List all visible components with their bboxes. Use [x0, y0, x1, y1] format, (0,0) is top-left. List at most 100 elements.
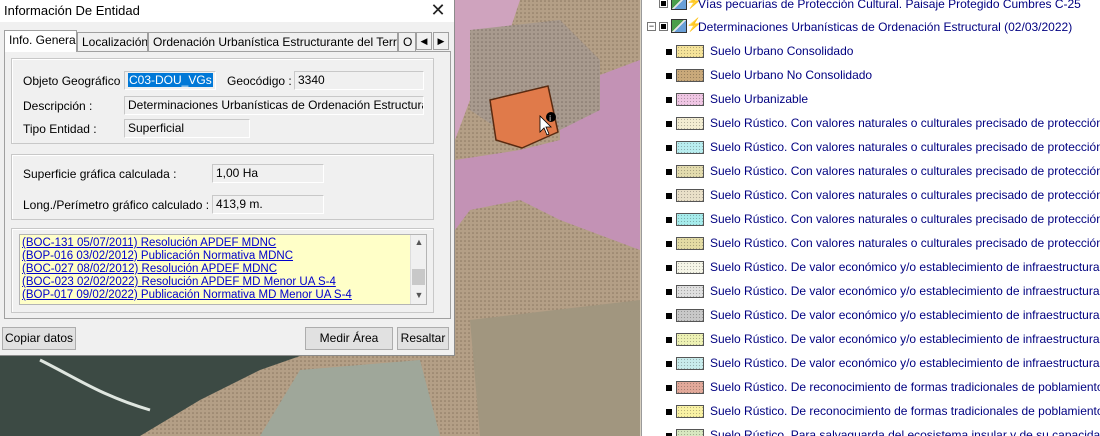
- dialog-titlebar[interactable]: Información De Entidad ✕: [0, 0, 454, 22]
- scroll-down-icon[interactable]: ▼: [411, 290, 427, 300]
- superficie-label: Superficie gráfica calculada :: [23, 167, 177, 181]
- layer-item[interactable]: Suelo Rústico. Con valores naturales o c…: [642, 160, 1100, 184]
- layer-checkbox[interactable]: [659, 0, 668, 8]
- documents-list[interactable]: (BOC-131 05/07/2011) Resolución APDEF MD…: [19, 234, 427, 305]
- tab-overflow[interactable]: O: [398, 32, 416, 52]
- layer-item[interactable]: Suelo Urbanizable: [642, 88, 1100, 112]
- layer-group-determinaciones[interactable]: − ⚡ Determinaciones Urbanísticas de Orde…: [642, 16, 1100, 40]
- legend-swatch: [676, 69, 704, 82]
- legend-swatch: [676, 165, 704, 178]
- legend-swatch: [676, 357, 704, 370]
- layer-label: Suelo Rústico. Con valores naturales o c…: [710, 212, 1100, 226]
- layer-label: Suelo Urbanizable: [710, 92, 809, 106]
- layer-item[interactable]: Suelo Rústico. Con valores naturales o c…: [642, 136, 1100, 160]
- legend-swatch: [676, 213, 704, 226]
- layer-visible-checkbox[interactable]: [666, 217, 672, 223]
- layer-item[interactable]: Suelo Rústico. Con valores naturales o c…: [642, 112, 1100, 136]
- layer-item[interactable]: Suelo Rústico. De reconocimiento de form…: [642, 400, 1100, 424]
- close-icon[interactable]: ✕: [428, 0, 448, 20]
- layer-item[interactable]: Suelo Rústico. De reconocimiento de form…: [642, 376, 1100, 400]
- perimetro-field[interactable]: 413,9 m.: [212, 195, 324, 214]
- layer-group-vias-pecuarias[interactable]: ⚡ Vías pecuarias de Protección Cultural.…: [642, 0, 1100, 17]
- collapse-icon[interactable]: −: [647, 22, 656, 31]
- document-link[interactable]: (BOP-017 09/02/2022) Publicación Normati…: [22, 289, 352, 301]
- layer-visible-checkbox[interactable]: [666, 313, 672, 319]
- highlight-button[interactable]: Resaltar: [397, 327, 449, 350]
- measure-area-button[interactable]: Medir Área: [305, 327, 393, 350]
- layer-label: Suelo Rústico. De reconocimiento de form…: [710, 380, 1100, 394]
- layer-visible-checkbox[interactable]: [666, 121, 672, 127]
- document-link[interactable]: (BOC-023 02/02/2022) Resolución APDEF MD…: [22, 276, 336, 288]
- layer-visible-checkbox[interactable]: [666, 361, 672, 367]
- layer-label: Suelo Urbano No Consolidado: [710, 68, 873, 82]
- layer-visible-checkbox[interactable]: [666, 409, 672, 415]
- layer-label: Suelo Rústico. Con valores naturales o c…: [710, 164, 1100, 178]
- layer-visible-checkbox[interactable]: [666, 385, 672, 391]
- layer-label: Suelo Rústico. Para salvaguarda del ecos…: [710, 428, 1100, 436]
- document-link[interactable]: (BOC-131 05/07/2011) Resolución APDEF MD…: [22, 237, 276, 249]
- scroll-up-icon[interactable]: ▲: [411, 237, 427, 247]
- geocodigo-field[interactable]: 3340: [294, 71, 424, 90]
- layer-item[interactable]: Suelo Rústico. De valor económico y/o es…: [642, 304, 1100, 328]
- map-fields-east: [470, 300, 640, 436]
- svg-text:i: i: [549, 114, 551, 123]
- tipo-field[interactable]: Superficial: [124, 119, 250, 138]
- layer-visible-checkbox[interactable]: [666, 49, 672, 55]
- legend-swatch: [676, 117, 704, 130]
- superficie-field[interactable]: 1,00 Ha: [212, 164, 324, 183]
- layer-item[interactable]: Suelo Rústico. De valor económico y/o es…: [642, 256, 1100, 280]
- layer-visible-checkbox[interactable]: [666, 337, 672, 343]
- layer-visible-checkbox[interactable]: [666, 73, 672, 79]
- layer-item[interactable]: Suelo Rústico. Con valores naturales o c…: [642, 232, 1100, 256]
- legend-swatch: [676, 333, 704, 346]
- objeto-label: Objeto Geográfico :: [23, 74, 128, 88]
- tab-info-general[interactable]: Info. General: [4, 30, 77, 52]
- layer-visible-checkbox[interactable]: [666, 169, 672, 175]
- layer-checkbox[interactable]: [659, 22, 668, 31]
- layer-visible-checkbox[interactable]: [666, 241, 672, 247]
- layer-visible-checkbox[interactable]: [666, 289, 672, 295]
- tab-localizacion[interactable]: Localización: [77, 32, 148, 52]
- layer-item[interactable]: Suelo Rústico. Con valores naturales o c…: [642, 184, 1100, 208]
- layer-item[interactable]: Suelo Rústico. De valor económico y/o es…: [642, 328, 1100, 352]
- layer-label: Suelo Urbano Consolidado: [710, 44, 854, 58]
- layer-visible-checkbox[interactable]: [666, 193, 672, 199]
- legend-swatch: [676, 45, 704, 58]
- objeto-field[interactable]: C03-DOU_VGs: [124, 71, 216, 90]
- legend-swatch: [676, 285, 704, 298]
- layer-item[interactable]: Suelo Rústico. Con valores naturales o c…: [642, 208, 1100, 232]
- layer-item[interactable]: Suelo Urbano Consolidado: [642, 40, 1100, 64]
- layer-label: Suelo Rústico. Con valores naturales o c…: [710, 188, 1100, 202]
- descripcion-label: Descripción :: [23, 99, 93, 113]
- tab-ordenacion[interactable]: Ordenación Urbanística Estructurante del…: [148, 32, 398, 52]
- document-link[interactable]: (BOC-027 08/02/2012) Resolución APDEF MD…: [22, 263, 277, 275]
- layer-visible-checkbox[interactable]: [666, 145, 672, 151]
- perimetro-label: Long./Perímetro gráfico calculado :: [23, 198, 210, 212]
- legend-swatch: [676, 261, 704, 274]
- copy-data-button[interactable]: Copiar datos: [2, 327, 76, 350]
- layer-label: Suelo Rústico. De valor económico y/o es…: [710, 260, 1100, 274]
- layer-label: Suelo Rústico. Con valores naturales o c…: [710, 236, 1100, 250]
- entity-group: Objeto Geográfico : C03-DOU_VGs Geocódig…: [11, 58, 434, 144]
- dialog-title: Información De Entidad: [4, 3, 140, 18]
- layer-visible-checkbox[interactable]: [666, 265, 672, 271]
- geocodigo-label: Geocódigo :: [227, 74, 292, 88]
- layer-label: Suelo Rústico. De valor económico y/o es…: [710, 284, 1100, 298]
- layer-icon: [671, 0, 687, 10]
- layer-item[interactable]: Suelo Urbano No Consolidado: [642, 64, 1100, 88]
- layer-label: Suelo Rústico. De valor económico y/o es…: [710, 308, 1100, 322]
- layer-item[interactable]: Suelo Rústico. De valor económico y/o es…: [642, 352, 1100, 376]
- documents-scrollbar[interactable]: ▲ ▼: [410, 235, 426, 304]
- layer-label: Suelo Rústico. De reconocimiento de form…: [710, 404, 1100, 418]
- tab-panel-info-general: Objeto Geográfico : C03-DOU_VGs Geocódig…: [4, 51, 451, 319]
- document-link[interactable]: (BOP-016 03/02/2012) Publicación Normati…: [22, 250, 293, 262]
- tab-scroll-left-icon[interactable]: ◀: [416, 32, 432, 50]
- tab-scroll-right-icon[interactable]: ▶: [433, 32, 449, 50]
- descripcion-field[interactable]: Determinaciones Urbanísticas de Ordenaci…: [124, 96, 424, 115]
- layer-visible-checkbox[interactable]: [666, 97, 672, 103]
- scroll-thumb[interactable]: [412, 269, 425, 285]
- layer-item[interactable]: Suelo Rústico. Para salvaguarda del ecos…: [642, 424, 1100, 436]
- legend-swatch: [676, 237, 704, 250]
- layer-group-label: Vías pecuarias de Protección Cultural. P…: [698, 0, 1081, 11]
- layer-item[interactable]: Suelo Rústico. De valor económico y/o es…: [642, 280, 1100, 304]
